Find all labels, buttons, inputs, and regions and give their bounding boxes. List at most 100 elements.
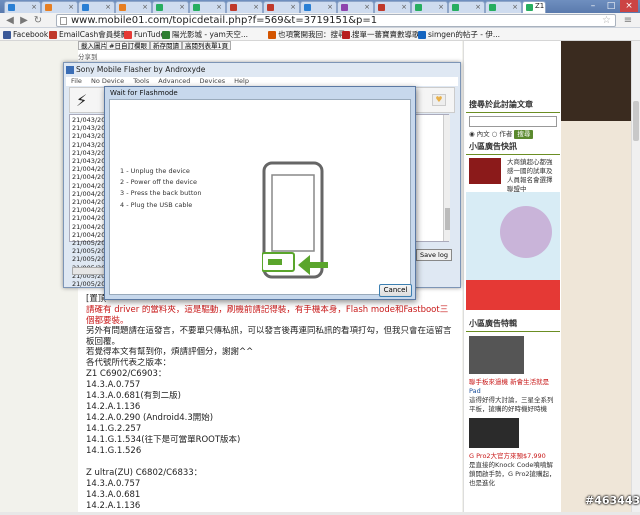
browser-tab[interactable]: × <box>41 1 78 13</box>
menu-icon[interactable]: ≡ <box>622 15 634 26</box>
address-text: www.mobile01.com/topicdetail.php?f=569&t… <box>71 15 378 26</box>
back-button[interactable]: ◀ <box>4 15 16 26</box>
right-banner-ad[interactable] <box>561 41 631 512</box>
address-bar[interactable]: www.mobile01.com/topicdetail.php?f=569&t… <box>56 14 616 27</box>
browser-tab[interactable]: × <box>485 1 522 13</box>
search-heading: 搜尋於此討論文章 <box>466 97 560 113</box>
browser-tab[interactable]: × <box>448 1 485 13</box>
bookmark-item[interactable]: 陽光影城 - yam天空... <box>162 29 248 40</box>
close-window-button[interactable]: × <box>620 0 638 12</box>
article-line: Z ultra(ZU) C6802/C6833： <box>86 468 203 478</box>
article-line: 14.1.G.2.257 <box>86 424 142 434</box>
share-label: 分享到 <box>78 53 98 61</box>
menu-tools[interactable]: Tools <box>133 77 149 85</box>
maximize-button[interactable]: □ <box>602 0 620 12</box>
menu-devices[interactable]: Devices <box>199 77 225 85</box>
browser-tab[interactable]: × <box>78 1 115 13</box>
article-line <box>86 457 456 468</box>
browser-tab[interactable]: × <box>189 1 226 13</box>
promo-line: 是直接的Knock Code噴噴解鎖開啟手勢，G Pro2搶購起，也是進化 <box>469 461 556 487</box>
flasher-menubar: File No Device Tools Advanced Devices He… <box>66 77 458 86</box>
tablet-ad-image[interactable] <box>469 336 524 374</box>
toolbar-button[interactable]: 新存閱讀 <box>150 41 182 50</box>
radio-content[interactable]: ◉ <box>469 130 475 139</box>
flasher-app-icon <box>66 66 74 74</box>
article-line: 14.1.G.1.534(往下是可當單ROOT版本) <box>86 435 241 445</box>
radio-author-label: 作者 <box>499 130 513 138</box>
page-icon <box>60 17 67 25</box>
step-text: 4 - Plug the USB cable <box>120 200 193 209</box>
bookmark-item[interactable]: 也項驚開我回：搜尋... <box>268 29 353 40</box>
search-button[interactable]: 搜尋 <box>514 130 534 139</box>
bookmark-favicon-icon <box>268 31 276 39</box>
browser-toolbar: ◀ ▶ ↻ www.mobile01.com/topicdetail.php?f… <box>0 13 640 28</box>
browser-tab[interactable]: × <box>226 1 263 13</box>
menu-advanced[interactable]: Advanced <box>158 77 190 85</box>
browser-tab[interactable]: × <box>152 1 189 13</box>
dialog-steps: 1 - Unplug the device 2 - Power off the … <box>120 166 201 211</box>
dialog-title[interactable]: Wait for Flashmode <box>105 87 415 99</box>
article-line: 14.2.A.0.290 (Android4.3開始) <box>86 413 214 423</box>
bookmark-label: 陽光影城 - yam天空... <box>172 30 248 39</box>
browser-tab[interactable]: × <box>115 1 152 13</box>
bookmark-item[interactable]: 搜單一蕃寶賣數導歌... <box>342 29 427 40</box>
radio-content-label: 內文 <box>476 130 490 138</box>
bookmark-item[interactable]: Facebook <box>3 29 48 40</box>
article-line: 14.3.A.0.757 <box>86 479 141 489</box>
bookmark-item[interactable]: simgen的帖子 - 伊... <box>418 29 500 40</box>
promo-line[interactable]: 聯手板來過機 新會生活就是 <box>466 378 560 387</box>
minimize-button[interactable]: – <box>584 0 602 12</box>
ad-text[interactable]: 大商鎮超心都強感一國的試車及人員報名會選擇聯盟中 <box>504 158 560 194</box>
flasher-title: Sony Mobile Flasher by Androxyde <box>76 65 206 74</box>
step-text: 1 - Unplug the device <box>120 167 190 175</box>
bookmark-item[interactable]: EmailCash會員獎勵 <box>49 29 128 40</box>
topic-search-input[interactable] <box>469 116 557 127</box>
browser-tab[interactable]: × <box>374 1 411 13</box>
flashmode-dialog: Wait for Flashmode 1 - Unplug the device… <box>104 86 416 300</box>
menu-file[interactable]: File <box>71 77 82 85</box>
browser-tab[interactable]: × <box>411 1 448 13</box>
page-scrollbar[interactable] <box>631 41 640 512</box>
phone-ad-image[interactable] <box>469 418 519 448</box>
browser-tab[interactable]: × <box>4 1 41 13</box>
active-tab[interactable]: Z1 <box>522 1 546 13</box>
car-ad-image[interactable] <box>469 158 501 184</box>
promo-line[interactable]: G Pro2大官方來預$7,990 <box>466 452 560 461</box>
article-toolbar: 載入圖片 #日自訂欄眼 新存閱讀 高閱列表單1頁 分享到 <box>78 41 238 61</box>
phone-usb-illustration <box>262 161 328 279</box>
bookmark-favicon-icon <box>418 31 426 39</box>
browser-tab[interactable]: × <box>300 1 337 13</box>
menu-no-device[interactable]: No Device <box>91 77 124 85</box>
flash-lightning-icon[interactable]: ⚡ <box>76 91 87 110</box>
bookmark-star-icon[interactable]: ☆ <box>602 15 611 26</box>
donate-heart-icon[interactable]: ♥ <box>432 94 446 106</box>
article-line: 請確有 driver 的當料夾，這是驅動，刷機前請記得裝，有手機本身，Flash… <box>86 305 449 326</box>
bookmark-label: 搜單一蕃寶賣數導歌... <box>352 30 427 39</box>
reload-button[interactable]: ↻ <box>32 15 44 26</box>
article-body: [置頂 請確有 driver 的當料夾，這是驅動，刷機前請記得裝，有手機本身，Fl… <box>86 294 456 512</box>
anime-banner-art <box>466 206 560 310</box>
article-line: 14.3.A.0.757 <box>86 380 141 390</box>
save-log-button[interactable]: Save log <box>416 249 452 261</box>
promo-line[interactable]: Pad <box>466 387 560 396</box>
article-line: 14.2.A.1.136 <box>86 402 141 412</box>
log-scroll-thumb[interactable] <box>445 208 450 230</box>
menu-help[interactable]: Help <box>234 77 249 85</box>
anime-banner-ad[interactable] <box>466 192 560 310</box>
cancel-button[interactable]: Cancel <box>379 284 412 297</box>
ad2-heading: 小區廣告特輯 <box>466 316 560 332</box>
bookmark-label: Facebook <box>13 30 49 39</box>
toolbar-button[interactable]: #日自訂欄眼 <box>106 41 150 50</box>
flasher-titlebar[interactable]: Sony Mobile Flasher by Androxyde <box>64 63 460 77</box>
article-line: 另外有問題請在這發言，不要單只傳私訊，可以發言後再連同私訊的看項打勾，但我只會在… <box>86 326 452 347</box>
bookmark-item[interactable]: FunTude <box>124 29 165 40</box>
forward-button[interactable]: ▶ <box>18 15 30 26</box>
promo-line: 這得好得大討論，三星全系列平板，搶購的好時機好時機 <box>469 396 554 413</box>
radio-author[interactable]: ○ <box>492 130 498 139</box>
toolbar-button[interactable]: 高閱列表單1頁 <box>182 41 232 50</box>
watermark: #463443 <box>585 494 640 507</box>
scroll-thumb[interactable] <box>633 101 639 141</box>
log-scrollbar[interactable] <box>443 115 450 241</box>
browser-tab[interactable]: × <box>263 1 300 13</box>
browser-tab[interactable]: × <box>337 1 374 13</box>
